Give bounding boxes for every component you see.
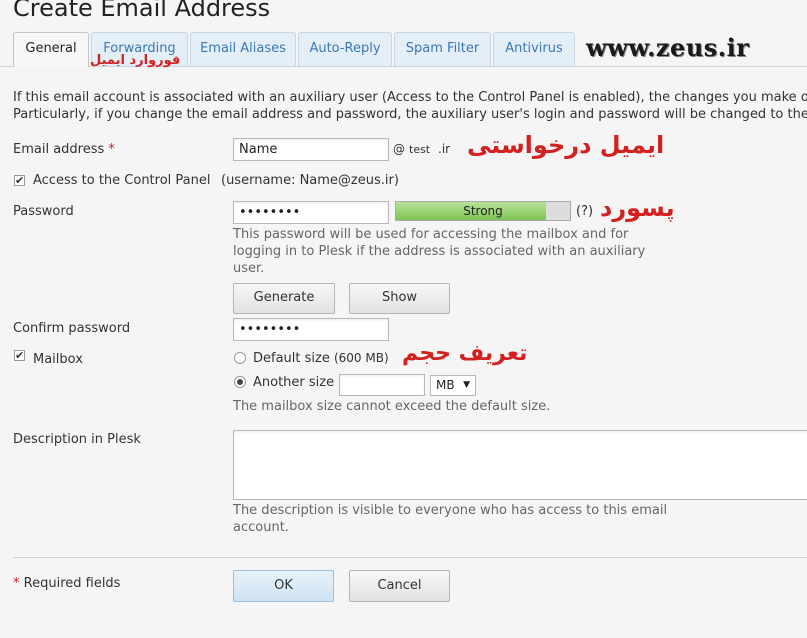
- tab-general[interactable]: General: [13, 32, 89, 67]
- domain-name: test: [409, 143, 431, 156]
- cp-access-label: Access to the Control Panel: [33, 173, 211, 188]
- password-strength-label: Strong: [463, 204, 503, 218]
- cancel-button[interactable]: Cancel: [349, 570, 450, 602]
- another-size-radio[interactable]: [234, 376, 246, 388]
- password-help-icon[interactable]: (?): [576, 204, 593, 219]
- description-label: Description in Plesk: [13, 432, 141, 447]
- confirm-password-input[interactable]: [233, 318, 389, 341]
- chevron-down-icon: ▼: [463, 380, 470, 390]
- domain-tld: .ir: [438, 142, 451, 156]
- intro-line-1: If this email account is associated with…: [13, 90, 807, 105]
- default-size-label: Default size (600 MB): [253, 351, 389, 366]
- mailbox-label: Mailbox: [33, 352, 83, 367]
- size-unit-value: MB: [436, 378, 455, 392]
- description-hint-line-1: The description is visible to everyone w…: [233, 503, 668, 518]
- default-size-value: (600 MB): [333, 351, 389, 365]
- intro-line-2: Particularly, if you change the email ad…: [13, 107, 807, 122]
- required-note-mark: *: [13, 576, 20, 591]
- required-note-text: Required fields: [23, 576, 121, 591]
- cp-username-note: (username: Name@zeus.ir): [221, 173, 399, 188]
- cp-access-checkbox[interactable]: ✔: [14, 175, 25, 186]
- confirm-password-label: Confirm password: [13, 321, 131, 336]
- forwarding-annotation: فوروارد ایمیل: [90, 53, 181, 68]
- password-hint-line-3: user.: [233, 261, 265, 276]
- another-size-input[interactable]: [339, 374, 425, 396]
- default-size-text: Default size: [253, 351, 330, 366]
- size-annotation: تعریف حجم: [402, 341, 528, 366]
- generate-button[interactable]: Generate: [233, 283, 335, 314]
- password-label: Password: [13, 204, 74, 219]
- email-name-input[interactable]: [233, 138, 389, 161]
- tab-spam-filter[interactable]: Spam Filter: [394, 32, 491, 66]
- page-title: Create Email Address: [13, 0, 271, 22]
- intro-text: If this email account is associated with…: [13, 89, 807, 123]
- size-unit-select[interactable]: MB ▼: [430, 375, 476, 396]
- email-address-label-text: Email address: [13, 142, 105, 157]
- required-mark: *: [108, 142, 115, 157]
- tab-email-aliases[interactable]: Email Aliases: [190, 32, 296, 66]
- description-textarea[interactable]: [233, 430, 807, 500]
- default-size-radio[interactable]: [234, 352, 246, 364]
- required-fields-note: * Required fields: [13, 576, 120, 591]
- mailbox-checkbox[interactable]: ✔: [14, 350, 25, 361]
- another-size-label: Another size: [253, 375, 335, 390]
- at-sign: @: [393, 142, 405, 156]
- email-address-label: Email address *: [13, 142, 115, 157]
- tab-auto-reply[interactable]: Auto-Reply: [298, 32, 392, 66]
- mailbox-size-hint: The mailbox size cannot exceed the defau…: [233, 399, 551, 414]
- description-hint-line-2: account.: [233, 520, 289, 535]
- watermark: www.zeus.ir: [586, 33, 750, 62]
- email-annotation: ایمیل درخواستی: [467, 131, 665, 159]
- password-annotation: پسورد: [600, 194, 675, 222]
- show-button[interactable]: Show: [349, 283, 450, 314]
- tab-antivirus[interactable]: Antivirus: [493, 32, 575, 66]
- ok-button[interactable]: OK: [233, 570, 334, 602]
- password-hint-line-1: This password will be used for accessing…: [233, 227, 629, 242]
- description-hint: The description is visible to everyone w…: [233, 502, 673, 536]
- password-input[interactable]: [233, 201, 389, 224]
- password-hint-line-2: logging in to Plesk if the address is as…: [233, 244, 646, 259]
- form-divider: [13, 557, 807, 558]
- password-hint: This password will be used for accessing…: [233, 226, 663, 277]
